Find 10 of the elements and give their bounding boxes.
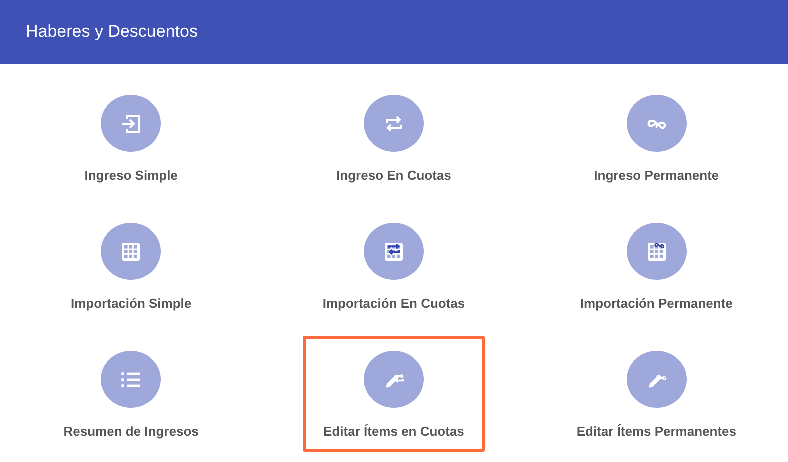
menu-tile[interactable]: Editar Ítems en Cuotas bbox=[302, 336, 486, 452]
menu-tile[interactable]: Resumen de Ingresos bbox=[42, 336, 220, 452]
menu-tile[interactable]: Editar Ítems Permanentes bbox=[556, 336, 758, 452]
menu-tile[interactable]: Ingreso Simple bbox=[64, 80, 199, 196]
menu-tile[interactable]: Importación En Cuotas bbox=[302, 208, 486, 324]
page-title: Haberes y Descuentos bbox=[26, 22, 198, 42]
menu-tile[interactable]: Ingreso Permanente bbox=[573, 80, 740, 196]
menu-tile[interactable]: Importación Simple bbox=[50, 208, 213, 324]
menu-tile[interactable]: Ingreso En Cuotas bbox=[316, 80, 472, 196]
menu-tile[interactable]: Importación Permanente bbox=[559, 208, 754, 324]
